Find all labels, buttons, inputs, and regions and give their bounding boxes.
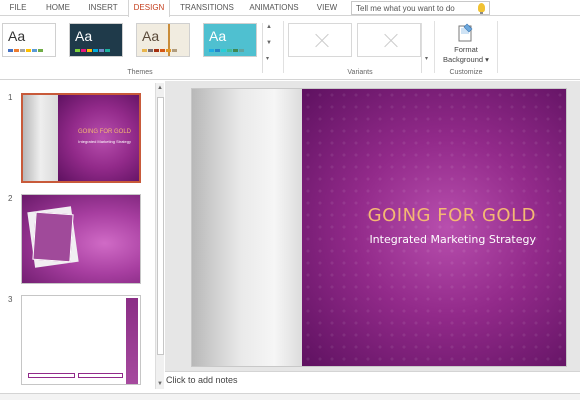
notes-pane[interactable]: Click to add notes — [165, 371, 580, 393]
variant-2[interactable] — [357, 23, 421, 57]
tell-me-search[interactable]: Tell me what you want to do — [351, 1, 490, 15]
scroll-up-icon[interactable]: ▲ — [157, 85, 163, 91]
format-background-icon[interactable] — [457, 23, 475, 43]
slide-subtitle[interactable]: Integrated Marketing Strategy — [302, 233, 536, 246]
scroll-up-icon[interactable]: ▲ — [266, 23, 272, 31]
theme-glyph: Aa — [75, 28, 93, 44]
empty-variant-icon — [289, 24, 353, 58]
theme-swatches — [75, 49, 110, 52]
tab-home[interactable]: HOME — [40, 0, 76, 16]
scroll-down-icon[interactable]: ▼ — [266, 39, 272, 47]
slide-thumbnail-1[interactable]: GOING FOR GOLD Integrated Marketing Stra… — [21, 93, 141, 183]
slide-number: 2 — [8, 194, 13, 203]
ribbon-tab-bar: FILE HOME INSERT DESIGN TRANSITIONS ANIM… — [0, 0, 580, 17]
notes-placeholder: Click to add notes — [166, 375, 238, 385]
tab-design[interactable]: DESIGN — [128, 0, 170, 17]
scrollbar-thumb[interactable] — [157, 97, 164, 355]
slide-thumbnail-3[interactable] — [21, 295, 141, 385]
theme-swatches — [209, 49, 244, 52]
thumb-title: GOING FOR GOLD — [77, 129, 131, 135]
themes-group-label: Themes — [127, 69, 153, 76]
tab-insert[interactable]: INSERT — [82, 0, 124, 16]
slide-number: 1 — [8, 93, 13, 102]
theme-warm[interactable]: Aa — [136, 23, 190, 57]
empty-variant-icon — [358, 24, 422, 58]
slide-number: 3 — [8, 295, 13, 304]
thumbnail-scrollbar[interactable]: ▲ ▼ — [155, 83, 164, 389]
theme-glyph: Aa — [8, 28, 26, 44]
slide-thumbnail-2[interactable] — [21, 194, 141, 284]
slide-thumbnail-pane: 1 GOING FOR GOLD Integrated Marketing St… — [0, 81, 152, 393]
theme-swatches — [142, 49, 177, 52]
tab-transitions[interactable]: TRANSITIONS — [176, 0, 238, 16]
more-icon[interactable]: ▾ — [425, 55, 428, 63]
variants-gallery-scroll[interactable]: ▾ — [421, 23, 433, 73]
ribbon-design: Aa Aa Aa Aa ▲ ▼ ▾ Themes ▾ Variants Form… — [0, 17, 580, 80]
main-slide[interactable]: GOING FOR GOLD Integrated Marketing Stra… — [191, 88, 567, 367]
scroll-down-icon[interactable]: ▼ — [157, 381, 163, 387]
slide-grey-panel — [192, 89, 302, 366]
theme-cyan[interactable]: Aa — [203, 23, 257, 57]
thumb-subtitle: Integrated Marketing Strategy — [78, 139, 131, 144]
group-separator — [283, 21, 284, 73]
theme-office[interactable]: Aa — [2, 23, 56, 57]
tab-view[interactable]: VIEW — [312, 0, 342, 16]
tab-file[interactable]: FILE — [4, 0, 32, 16]
format-background-button[interactable]: Format Background ▾ — [436, 45, 496, 65]
variant-1[interactable] — [288, 23, 352, 57]
theme-glyph: Aa — [142, 28, 160, 44]
theme-glyph: Aa — [209, 28, 227, 44]
group-separator — [497, 21, 498, 73]
lightbulb-icon — [478, 3, 485, 14]
group-separator — [434, 21, 435, 73]
theme-dark-teal[interactable]: Aa — [69, 23, 123, 57]
tab-animations[interactable]: ANIMATIONS — [244, 0, 304, 16]
themes-gallery-scroll[interactable]: ▲ ▼ ▾ — [262, 23, 274, 73]
more-icon[interactable]: ▾ — [266, 55, 269, 63]
variants-group-label: Variants — [347, 69, 373, 76]
tell-me-placeholder: Tell me what you want to do — [356, 4, 455, 13]
slide-purple-panel: GOING FOR GOLD Integrated Marketing Stra… — [302, 89, 566, 366]
status-bar — [0, 393, 580, 400]
customize-group-label: Customize — [449, 69, 483, 76]
slide-title[interactable]: GOING FOR GOLD — [302, 205, 536, 226]
theme-swatches — [8, 49, 43, 52]
